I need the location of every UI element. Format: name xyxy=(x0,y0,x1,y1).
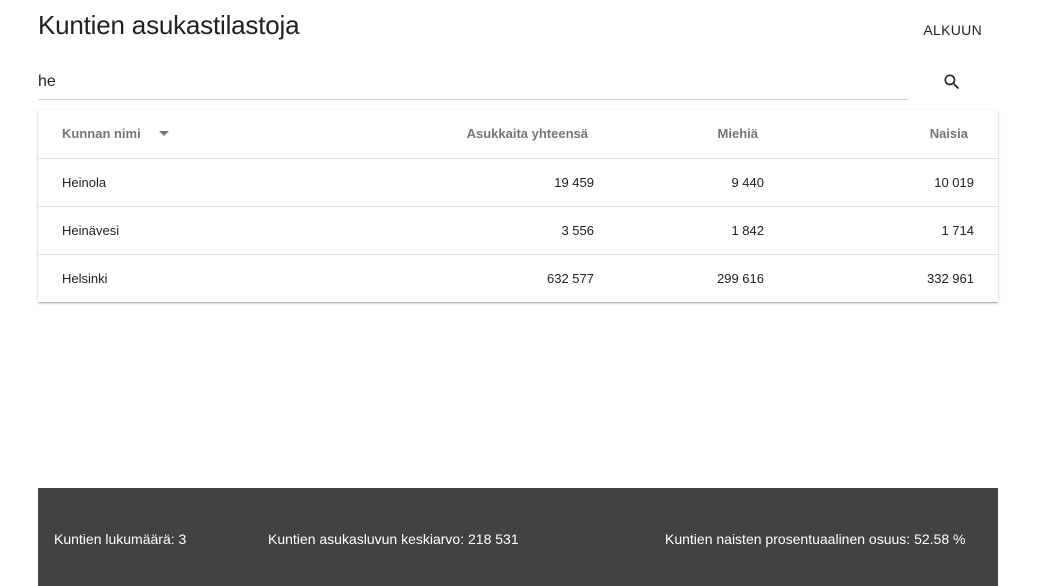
home-button[interactable]: ALKUUN xyxy=(923,22,982,38)
statistics-footer: Kuntien lukumäärä: 3 Kuntien asukasluvun… xyxy=(38,488,998,586)
table-row[interactable]: Heinola 19 459 9 440 10 019 xyxy=(38,158,998,207)
cell-men: 1 842 xyxy=(618,206,788,255)
cell-name: Helsinki xyxy=(62,270,108,286)
cell-total: 3 556 xyxy=(338,206,618,255)
municipality-table-card: Kunnan nimi Asukkaita yhteensä Miehiä Na… xyxy=(38,110,998,302)
page: Kuntien asukastilastoja ALKUUN Kunnan ni… xyxy=(0,0,1041,586)
column-header-men[interactable]: Miehiä xyxy=(618,110,788,159)
column-header-total[interactable]: Asukkaita yhteensä xyxy=(338,110,618,159)
cell-total: 632 577 xyxy=(547,270,594,286)
women-percentage: Kuntien naisten prosentuaalinen osuus: 5… xyxy=(665,531,966,547)
cell-women: 10 019 xyxy=(788,158,998,207)
arrow-drop-down-icon xyxy=(158,131,169,137)
cell-women: 1 714 xyxy=(788,206,998,255)
municipality-count: Kuntien lukumäärä: 3 xyxy=(54,531,187,547)
cell-men: 299 616 xyxy=(717,270,764,286)
table-row[interactable]: Helsinki 632 577 299 616 332 961 xyxy=(38,254,998,302)
cell-men: 9 440 xyxy=(618,158,788,207)
column-header-name[interactable]: Kunnan nimi xyxy=(38,110,338,159)
cell-name: Heinola xyxy=(38,158,338,207)
population-average: Kuntien asukasluvun keskiarvo: 218 531 xyxy=(268,531,519,547)
cell-women: 332 961 xyxy=(927,270,974,286)
cell-name: Heinävesi xyxy=(38,206,338,255)
cell-total: 19 459 xyxy=(338,158,618,207)
search-input[interactable] xyxy=(38,64,908,100)
table-header-row: Kunnan nimi Asukkaita yhteensä Miehiä Na… xyxy=(38,110,998,159)
page-title: Kuntien asukastilastoja xyxy=(38,10,300,40)
search-button[interactable] xyxy=(938,68,966,96)
search-icon xyxy=(944,74,960,90)
search-row xyxy=(38,64,998,100)
municipality-table: Kunnan nimi Asukkaita yhteensä Miehiä Na… xyxy=(38,110,998,302)
table-row[interactable]: Heinävesi 3 556 1 842 1 714 xyxy=(38,206,998,255)
header: Kuntien asukastilastoja ALKUUN xyxy=(38,10,998,50)
column-header-women[interactable]: Naisia xyxy=(788,110,998,159)
